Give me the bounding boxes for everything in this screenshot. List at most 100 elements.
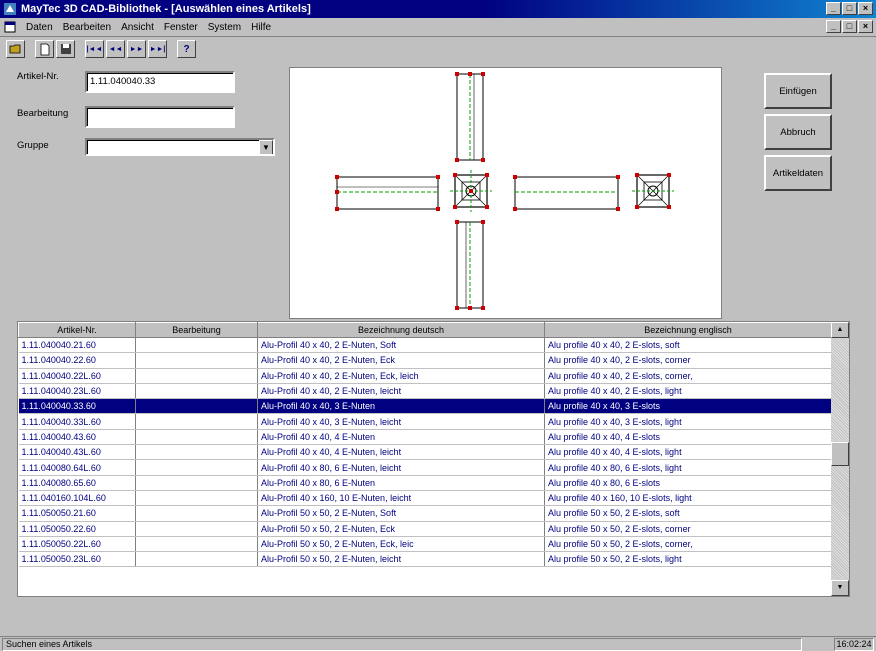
menu-daten[interactable]: Daten [21, 22, 58, 33]
open-button[interactable] [6, 40, 25, 58]
table-cell: 1.11.040040.43.60 [18, 429, 136, 446]
minimize-button[interactable]: _ [826, 2, 841, 15]
folder-icon [9, 44, 20, 54]
prev-record-button[interactable]: ◄◄ [106, 40, 125, 58]
gruppe-select[interactable]: ▼ [85, 138, 275, 156]
mdi-minimize-button[interactable]: _ [826, 20, 841, 33]
mdi-restore-button[interactable]: □ [842, 20, 857, 33]
profile-view-top [455, 72, 485, 162]
profile-drawing [335, 72, 674, 310]
table-row[interactable]: 1.11.040080.65.60 Alu-Profil 40 x 80, 6 E… [18, 475, 832, 491]
table-row[interactable]: 1.11.040040.23L.60 Alu-Profil 40 x 40, 2 … [18, 383, 832, 400]
help-button[interactable]: ? [177, 40, 196, 58]
menu-ansicht[interactable]: Ansicht [116, 22, 159, 33]
cancel-button[interactable]: Abbruch [764, 114, 832, 150]
menu-hilfe[interactable]: Hilfe [246, 22, 276, 33]
table-cell: 1.11.040080.65.60 [18, 475, 136, 491]
col-header-artikel[interactable]: Artikel-Nr. [18, 322, 136, 338]
table-row[interactable]: 1.11.050050.23L.60 Alu-Profil 50 x 50, 2 … [18, 551, 832, 568]
app-icon[interactable] [3, 2, 17, 16]
menu-fenster[interactable]: Fenster [159, 22, 203, 33]
table-cell: 1.11.050050.23L.60 [18, 551, 136, 568]
table-row[interactable]: 1.11.040040.22.60 Alu-Profil 40 x 40, 2 E… [18, 352, 832, 369]
bearbeitung-label: Bearbeitung [17, 108, 69, 119]
table-cell: Alu profile 50 x 50, 2 E-slots, corner, [544, 536, 832, 553]
table-row[interactable]: 1.11.050050.21.60 Alu-Profil 50 x 50, 2 E… [18, 505, 832, 522]
table-cell: Alu-Profil 40 x 40, 2 E-Nuten, Eck, leic… [257, 368, 545, 384]
new-button[interactable] [35, 40, 54, 58]
table-row[interactable]: 1.11.040080.64L.60 Alu-Profil 40 x 80, 6 … [18, 459, 832, 476]
col-header-englisch[interactable]: Bezeichnung englisch [544, 322, 832, 338]
mdi-close-button[interactable]: × [858, 20, 873, 33]
last-record-button[interactable]: ►►| [148, 40, 167, 58]
table-cell: 1.11.040040.21.60 [18, 337, 136, 354]
table-cell [135, 413, 258, 430]
table-cell [135, 505, 258, 522]
article-table: Artikel-Nr. Bearbeitung Bezeichnung deut… [17, 321, 850, 597]
table-cell [135, 551, 258, 568]
scroll-up-icon[interactable]: ▲ [831, 322, 849, 338]
table-row[interactable]: 1.11.040040.43L.60 Alu-Profil 40 x 40, 4 … [18, 444, 832, 461]
save-button[interactable] [56, 40, 75, 58]
table-cell: Alu-Profil 40 x 80, 6 E-Nuten [257, 475, 545, 491]
table-cell: Alu profile 50 x 50, 2 E-slots, soft [544, 505, 832, 522]
profile-cross-section-right [632, 173, 674, 209]
table-cell: Alu-Profil 50 x 50, 2 E-Nuten, Eck, leic [257, 536, 545, 553]
table-row[interactable]: 1.11.040040.21.60 Alu-Profil 40 x 40, 2 E… [18, 337, 832, 354]
table-cell: 1.11.050050.22.60 [18, 521, 136, 537]
close-button[interactable]: × [858, 2, 873, 15]
table-header: Artikel-Nr. Bearbeitung Bezeichnung deut… [18, 322, 832, 338]
menu-bearbeiten[interactable]: Bearbeiten [58, 22, 116, 33]
table-cell [135, 475, 258, 491]
table-row[interactable]: 1.11.040040.33.60 Alu-Profil 40 x 40, 3 E… [18, 398, 832, 415]
title-bar: MayTec 3D CAD-Bibliothek - [Auswählen ei… [0, 0, 876, 18]
col-header-bearbeitung[interactable]: Bearbeitung [135, 322, 258, 338]
table-cell [135, 444, 258, 461]
table-cell: Alu profile 40 x 40, 4 E-slots [544, 429, 832, 446]
table-row[interactable]: 1.11.040040.22L.60 Alu-Profil 40 x 40, 2 … [18, 368, 832, 384]
article-data-button[interactable]: Artikeldaten [764, 155, 832, 191]
profile-preview [289, 67, 722, 319]
table-row[interactable]: 1.11.050050.22L.60 Alu-Profil 50 x 50, 2 … [18, 536, 832, 553]
table-scrollbar[interactable]: ▲ ▼ [831, 322, 849, 596]
table-cell: Alu-Profil 40 x 40, 2 E-Nuten, Eck [257, 352, 545, 369]
bearbeitung-input[interactable] [85, 106, 235, 128]
status-time: 16:02:24 [834, 638, 874, 651]
table-cell: Alu-Profil 50 x 50, 2 E-Nuten, Eck [257, 521, 545, 537]
artikel-label: Artikel-Nr. [17, 71, 59, 82]
table-row[interactable]: 1.11.040160.104L.60 Alu-Profil 40 x 160, … [18, 490, 832, 507]
table-cell: 1.11.050050.21.60 [18, 505, 136, 522]
table-cell: Alu profile 40 x 40, 2 E-slots, light [544, 383, 832, 400]
dropdown-arrow-icon[interactable]: ▼ [259, 140, 273, 154]
table-row[interactable]: 1.11.040040.43.60 Alu-Profil 40 x 40, 4 E… [18, 429, 832, 446]
artikel-input[interactable]: 1.11.040040.33 [85, 71, 235, 93]
first-record-button[interactable]: |◄◄ [85, 40, 104, 58]
scroll-down-icon[interactable]: ▼ [831, 580, 849, 596]
table-cell: Alu profile 40 x 160, 10 E-slots, light [544, 490, 832, 507]
insert-button[interactable]: Einfügen [764, 73, 832, 109]
next-record-button[interactable]: ►► [127, 40, 146, 58]
table-cell [135, 536, 258, 553]
table-cell [135, 337, 258, 354]
table-cell [135, 521, 258, 537]
table-row[interactable]: 1.11.040040.33L.60 Alu-Profil 40 x 40, 3 … [18, 413, 832, 430]
table-cell: 1.11.040040.22.60 [18, 352, 136, 369]
status-text: Suchen eines Artikels [2, 638, 802, 651]
table-cell: 1.11.040040.33L.60 [18, 413, 136, 430]
table-cell: Alu profile 40 x 40, 2 E-slots, soft [544, 337, 832, 354]
maximize-button[interactable]: □ [842, 2, 857, 15]
scroll-thumb[interactable] [831, 442, 849, 466]
col-header-deutsch[interactable]: Bezeichnung deutsch [257, 322, 545, 338]
table-cell: Alu profile 40 x 80, 6 E-slots [544, 475, 832, 491]
table-cell: Alu-Profil 50 x 50, 2 E-Nuten, Soft [257, 505, 545, 522]
gruppe-label: Gruppe [17, 140, 49, 151]
table-cell: Alu profile 40 x 40, 2 E-slots, corner, [544, 368, 832, 384]
table-cell [135, 459, 258, 476]
document-icon[interactable] [3, 20, 17, 34]
table-row[interactable]: 1.11.050050.22.60 Alu-Profil 50 x 50, 2 E… [18, 521, 832, 537]
status-bar: Suchen eines Artikels 16:02:24 [0, 636, 876, 651]
profile-cross-section-center [450, 170, 492, 212]
profile-view-left [335, 175, 440, 211]
menu-system[interactable]: System [203, 22, 246, 33]
table-cell: 1.11.040040.23L.60 [18, 383, 136, 400]
